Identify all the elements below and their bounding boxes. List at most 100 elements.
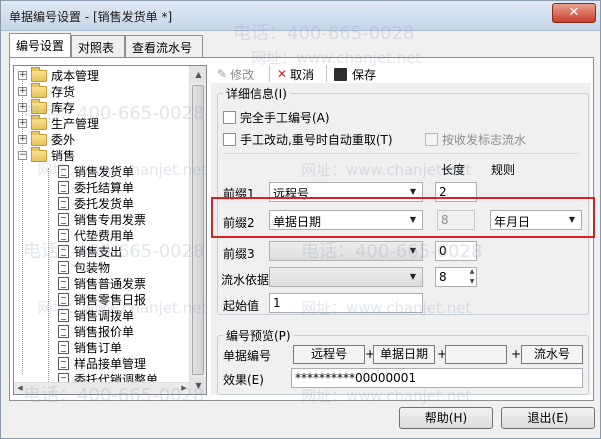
spin-up-icon[interactable]: ▲	[467, 267, 477, 277]
dropdown-arrow-icon[interactable]: ▼	[405, 243, 421, 259]
document-icon	[58, 197, 69, 210]
help-button[interactable]: 帮助(H)	[399, 407, 493, 429]
tree-node-label: 委托发货单	[74, 197, 135, 211]
tree-node-label: 销售普通发票	[74, 277, 147, 291]
folder-icon	[31, 98, 47, 114]
expand-icon[interactable]: +	[18, 135, 27, 144]
tree-leaf[interactable]: 销售调拨单	[58, 307, 134, 324]
preview-part-prefix3	[445, 345, 507, 364]
save-button[interactable]: 保存	[334, 65, 376, 83]
window-title: 单据编号设置 - [销售发货单 *]	[9, 10, 173, 24]
cancel-button[interactable]: ✕ 取消	[277, 65, 314, 83]
document-tree[interactable]: + 成本管理 + 存货 + 库存 + 生产管理 + 委外 − 销售 销售发货单 委托结算单 …	[13, 65, 207, 395]
document-icon	[58, 181, 69, 194]
folder-icon	[31, 114, 47, 130]
rule-header: 规则	[491, 163, 516, 177]
tree-node[interactable]: + 成本管理	[18, 66, 100, 84]
tree-node[interactable]: + 存货	[18, 82, 75, 100]
scroll-left-icon[interactable]: ◀	[14, 383, 26, 394]
checkbox-box[interactable]	[425, 133, 438, 146]
manual-numbering-checkbox[interactable]: 完全手工编号(A)	[223, 109, 330, 126]
start-value-label: 起始值	[223, 299, 260, 313]
expand-icon[interactable]: +	[18, 87, 27, 96]
exit-button[interactable]: 退出(E)	[501, 407, 595, 429]
tree-node-label: 销售零售日报	[74, 293, 147, 307]
tree-leaf[interactable]: 销售零售日报	[58, 291, 146, 308]
folder-icon	[31, 130, 47, 146]
tree-leaf[interactable]: 委托结算单	[58, 179, 134, 196]
tree-node-label: 委托结算单	[74, 181, 135, 195]
start-value-input[interactable]: 1	[269, 293, 423, 313]
title-bar: 单据编号设置 - [销售发货单 *] ✕	[1, 1, 600, 31]
document-icon	[58, 341, 69, 354]
modify-icon: ✎	[217, 67, 228, 81]
document-icon	[58, 165, 69, 178]
collapse-icon[interactable]: −	[18, 151, 27, 160]
tree-node-label: 销售专用发票	[74, 213, 147, 227]
tree-leaf[interactable]: 销售专用发票	[58, 211, 146, 228]
tree-node-label: 销售调拨单	[74, 309, 135, 323]
scroll-up-icon[interactable]: ▲	[190, 66, 206, 83]
tree-leaf[interactable]: 委托发货单	[58, 195, 134, 212]
dropdown-arrow-icon[interactable]: ▼	[405, 269, 421, 285]
tree-node-label: 包装物	[74, 261, 111, 275]
scroll-down-icon[interactable]: ▼	[190, 377, 206, 394]
document-icon	[58, 229, 69, 242]
tab-mapping-table[interactable]: 对照表	[71, 35, 125, 57]
tree-leaf[interactable]: 销售订单	[58, 339, 122, 356]
plus-sign: +	[511, 347, 522, 361]
save-disk-icon	[334, 67, 347, 81]
expand-icon[interactable]: +	[18, 119, 27, 128]
document-icon	[58, 357, 69, 370]
tree-leaf[interactable]: 样品接单管理	[58, 355, 146, 372]
spin-down-icon[interactable]: ▼	[467, 277, 477, 287]
by-dept-flow-checkbox[interactable]: 按收发标志流水	[425, 131, 526, 148]
tree-leaf[interactable]: 销售发货单	[58, 163, 134, 180]
prefix3-length-input[interactable]: 0	[435, 241, 477, 261]
checkbox-box[interactable]	[223, 111, 236, 124]
folder-open-icon	[31, 146, 47, 162]
horizontal-scrollbar[interactable]: ◀ ▶	[14, 382, 190, 394]
separator-line	[223, 153, 579, 154]
tree-leaf[interactable]: 销售报价单	[58, 323, 134, 340]
scroll-thumb[interactable]	[192, 85, 204, 375]
prefix3-select[interactable]: ▼	[269, 241, 423, 261]
document-icon	[58, 325, 69, 338]
checkbox-box[interactable]	[223, 133, 236, 146]
close-button[interactable]: ✕	[552, 3, 596, 23]
tree-node-label: 销售订单	[74, 341, 123, 355]
tree-leaf[interactable]: 销售支出	[58, 243, 122, 260]
document-icon	[58, 245, 69, 258]
tab-view-serial[interactable]: 查看流水号	[125, 35, 203, 57]
preview-part-serial: 流水号	[521, 345, 583, 364]
expand-icon[interactable]: +	[18, 71, 27, 80]
flow-length-stepper[interactable]: ▲ ▼	[467, 267, 477, 287]
vertical-scrollbar[interactable]: ▲ ▼	[189, 66, 206, 394]
tree-node-label: 成本管理	[51, 69, 100, 83]
number-preview-label: 单据编号	[223, 349, 272, 363]
tree-node[interactable]: + 委外	[18, 130, 75, 148]
document-icon	[58, 293, 69, 306]
flow-basis-select[interactable]: ▼	[269, 267, 423, 287]
tree-node-label: 销售支出	[74, 245, 123, 259]
modify-button[interactable]: ✎ 修改	[217, 65, 254, 83]
prefix3-label: 前缀3	[223, 247, 255, 261]
document-icon	[58, 309, 69, 322]
effect-label: 效果(E)	[223, 373, 264, 387]
auto-renumber-checkbox[interactable]: 手工改动,重号时自动重取(T)	[223, 131, 393, 148]
document-icon	[58, 277, 69, 290]
folder-icon	[31, 82, 47, 98]
effect-value-field: **********00000001	[291, 368, 583, 388]
tree-leaf[interactable]: 代垫费用单	[58, 227, 134, 244]
tab-number-settings[interactable]: 编号设置	[9, 33, 71, 58]
dialog-window: 单据编号设置 - [销售发货单 *] ✕ 编号设置 对照表 查看流水号 + 成本管…	[0, 0, 601, 439]
tree-node[interactable]: − 销售	[18, 146, 75, 164]
tree-node[interactable]: + 库存	[18, 98, 75, 116]
tree-node-label: 生产管理	[51, 117, 100, 131]
tree-node[interactable]: + 生产管理	[18, 114, 100, 132]
folder-icon	[31, 66, 47, 82]
tree-leaf[interactable]: 销售普通发票	[58, 275, 146, 292]
highlight-frame	[211, 197, 595, 238]
tree-leaf[interactable]: 包装物	[58, 259, 110, 276]
expand-icon[interactable]: +	[18, 103, 27, 112]
